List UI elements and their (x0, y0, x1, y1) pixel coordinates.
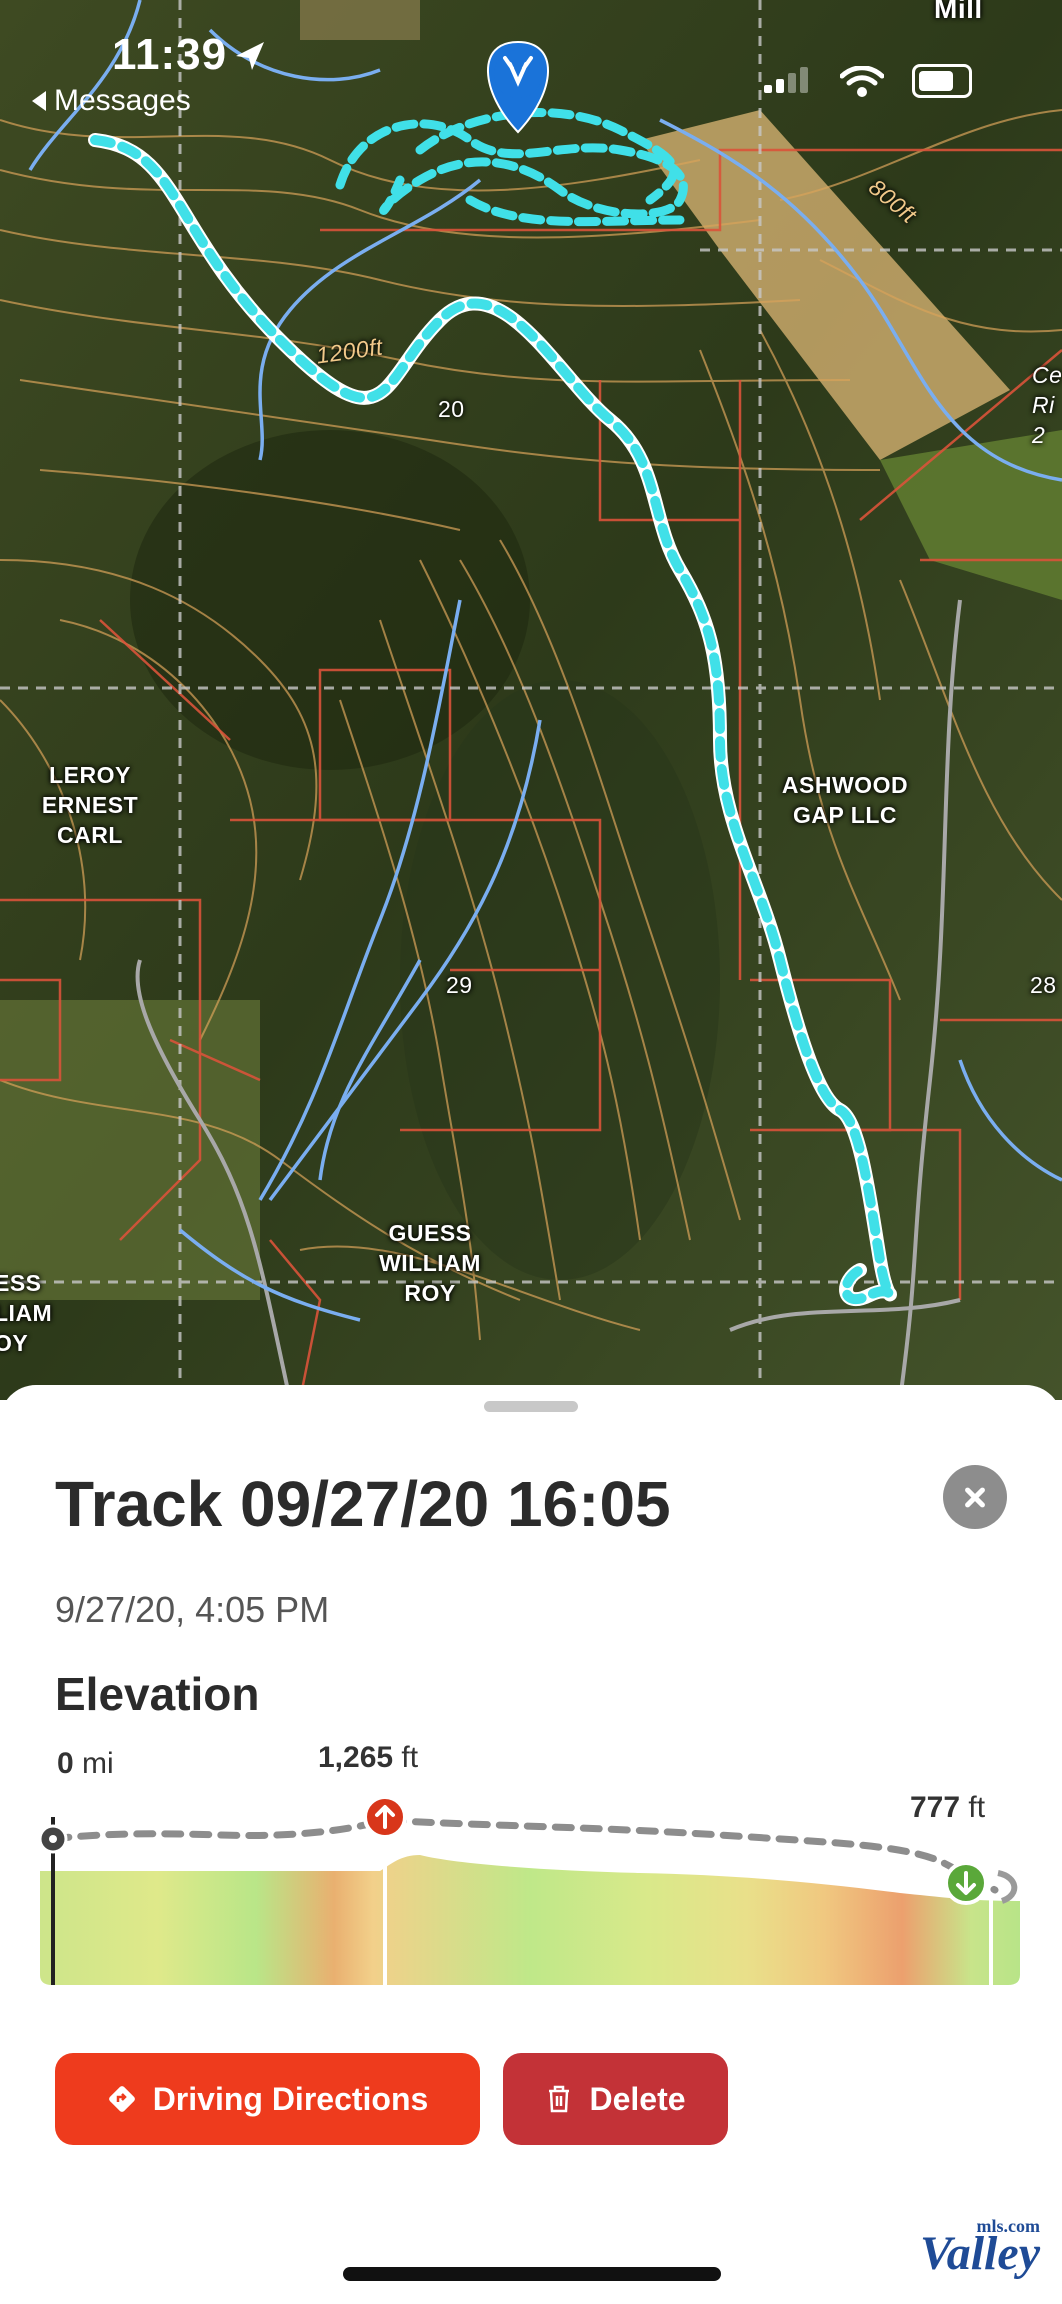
location-arrow-icon (236, 42, 264, 70)
section-number-29: 29 (446, 972, 473, 998)
map-label-ce: Ce Ri 2 (1032, 362, 1062, 448)
directions-icon (108, 2086, 135, 2112)
battery-icon (912, 64, 972, 98)
track-title: Track 09/27/20 16:05 (55, 1468, 671, 1540)
elevation-heading: Elevation (55, 1668, 260, 1720)
watermark-suffix: mls.com (976, 2216, 1040, 2236)
track-date: 9/27/20, 4:05 PM (55, 1589, 330, 1630)
max-elevation-label: 1,265 ft (318, 1741, 418, 1775)
close-button[interactable] (943, 1465, 1007, 1529)
trash-icon (549, 2085, 570, 2113)
max-value: 1,265 (318, 1741, 394, 1774)
wifi-icon (840, 66, 884, 97)
delete-button[interactable]: Delete (503, 2053, 728, 2145)
home-indicator[interactable] (343, 2267, 721, 2281)
end-marker-arc (997, 1870, 1018, 1904)
map-label-leroy-ernest-carl: LEROY ERNEST CARL (41, 762, 139, 848)
driving-directions-label: Driving Directions (152, 2080, 429, 2117)
cellular-signal-icon (764, 67, 812, 98)
delete-label: Delete (589, 2080, 686, 2117)
section-number-28: 28 (1030, 972, 1057, 998)
back-chevron-icon (32, 91, 46, 111)
map-label-guess-partial: ESS LIAM OY (0, 1270, 53, 1356)
max-point-icon (363, 1795, 407, 1839)
max-unit: ft (401, 1741, 419, 1774)
section-number-20: 20 (438, 396, 465, 422)
back-to-messages[interactable]: Messages (32, 84, 191, 118)
elevation-heat-band (40, 1855, 1020, 1985)
elevation-chart[interactable] (40, 1775, 1020, 1995)
end-point-icon (944, 1861, 988, 1905)
map-label-guess-william-roy: GUESS WILLIAM ROY (379, 1220, 481, 1306)
map-label-ashwood-gap: ASHWOOD GAP LLC (781, 772, 909, 828)
sheet-grabber[interactable] (484, 1401, 578, 1412)
valleymls-watermark: mls.com Valley (920, 2216, 1040, 2281)
driving-directions-button[interactable]: Driving Directions (55, 2053, 480, 2145)
status-bar: 11:39 Messages (0, 0, 1062, 120)
status-icons (764, 64, 972, 98)
back-app-label: Messages (54, 84, 191, 117)
track-detail-sheet: Track 09/27/20 16:05 9/27/20, 4:05 PM El… (0, 1385, 1062, 2304)
status-time: 11:39 (112, 30, 228, 79)
